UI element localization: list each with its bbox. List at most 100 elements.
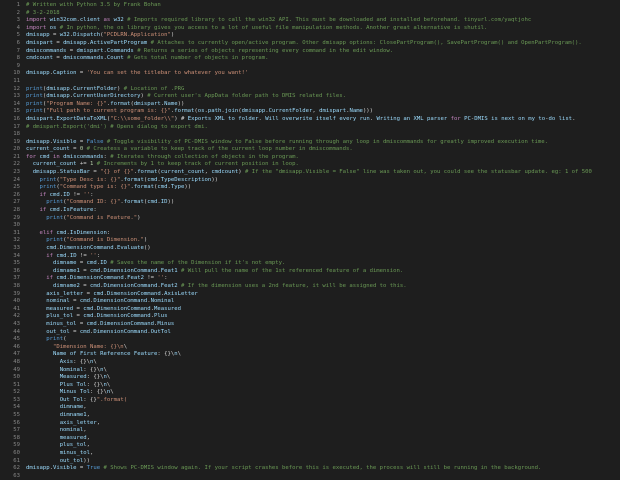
code-line[interactable]: dmisapp.Visible = False # Toggle visibil… [26, 139, 616, 147]
code-line[interactable]: minus_tol = cmd.DimensionCommand.Minus [26, 321, 616, 329]
code-line[interactable]: dimname = cmd.ID # Saves the name of the… [26, 260, 616, 268]
code-line[interactable]: dmispart = dmisapp.ActivePartProgram # A… [26, 40, 616, 48]
line-number: 52 [13, 389, 20, 396]
line-number: 50 [13, 374, 20, 381]
line-number: 39 [13, 290, 20, 297]
line-number: 26 [13, 191, 20, 198]
code-line[interactable]: print("Command ID: {}".format(cmd.ID)) [26, 199, 616, 207]
line-number: 12 [13, 85, 20, 92]
line-number: 58 [13, 434, 20, 441]
code-line[interactable]: dmiscommands = dmispart.Commands # Retur… [26, 48, 616, 56]
line-number: 4 [16, 24, 20, 31]
line-number: 36 [13, 267, 20, 274]
line-number: 57 [13, 427, 20, 434]
code-line[interactable]: # dmispart.Export('dmi') # Opens dialog … [26, 124, 616, 132]
line-number: 47 [13, 351, 20, 358]
code-line[interactable]: Nominal: {}\n\ [26, 367, 616, 375]
code-line[interactable]: if cmd.ID != '': [26, 253, 616, 261]
code-line[interactable] [26, 63, 616, 71]
code-line[interactable]: out_tol = cmd.DimensionCommand.OutTol [26, 329, 616, 337]
line-number: 62 [13, 465, 20, 472]
line-number: 22 [13, 161, 20, 168]
code-line[interactable]: print("Command type is: {}".format(cmd.T… [26, 184, 616, 192]
code-line[interactable]: dimname, [26, 404, 616, 412]
code-line[interactable]: Minus Tol: {}\n\ [26, 389, 616, 397]
code-line[interactable] [26, 131, 616, 139]
code-line[interactable]: dmisapp.Caption = 'You can set the title… [26, 70, 616, 78]
code-line[interactable]: current_count += 1 # Increments by 1 to … [26, 161, 616, 169]
code-line[interactable]: axis_letter = cmd.DimensionCommand.AxisL… [26, 291, 616, 299]
code-editor[interactable]: 1 2 3 4 5 6 7 8 9 10 11 12 13 14 15 16 17 18 19 20 21 22 23 24 2… [0, 0, 620, 479]
code-line[interactable]: Out Tol: {}".format( [26, 397, 616, 405]
line-number: 20 [13, 146, 20, 153]
line-number: 29 [13, 214, 20, 221]
code-line[interactable]: Measured: {}\n\ [26, 374, 616, 382]
line-number: 35 [13, 260, 20, 267]
code-line[interactable]: # 3-2-2018 [26, 10, 616, 18]
code-line[interactable]: out_tol)) [26, 458, 616, 466]
line-number: 60 [13, 450, 20, 457]
code-line[interactable]: elif cmd.IsDimension: [26, 230, 616, 238]
code-line[interactable]: dmisapp.StatusBar = "{} of {}".format(cu… [26, 169, 616, 177]
line-number: 18 [13, 131, 20, 138]
code-line[interactable]: print("Full path to current program is: … [26, 108, 616, 116]
code-line[interactable]: dmisapp.Visible = True # Shows PC-DMIS w… [26, 465, 616, 473]
code-line[interactable]: dimname1 = cmd.DimensionCommand.Feat1 # … [26, 268, 616, 276]
code-line[interactable]: Axis: {}\n\ [26, 359, 616, 367]
code-line[interactable]: plus_tol = cmd.DimensionCommand.Plus [26, 313, 616, 321]
code-line[interactable]: dimname2 = cmd.DimensionCommand.Feat2 # … [26, 283, 616, 291]
code-line[interactable]: Plus Tol: {}\n\ [26, 382, 616, 390]
code-line[interactable]: print( [26, 336, 616, 344]
code-line[interactable]: "Dimension Name: {}\n\ [26, 344, 616, 352]
code-area[interactable]: # Written with Python 3.5 by Frank Bohan… [26, 2, 616, 480]
line-number: 59 [13, 442, 20, 449]
line-number: 46 [13, 343, 20, 350]
code-line[interactable]: print("Command is Dimension.") [26, 237, 616, 245]
code-line[interactable]: nominal = cmd.DimensionCommand.Nominal [26, 298, 616, 306]
code-line[interactable]: current_count = 0 # Createss a variable … [26, 146, 616, 154]
line-number: 9 [16, 62, 20, 69]
line-number: 27 [13, 199, 20, 206]
line-number: 25 [13, 184, 20, 191]
code-line[interactable]: dimname1, [26, 412, 616, 420]
code-line[interactable]: minus_tol, [26, 450, 616, 458]
line-number: 24 [13, 176, 20, 183]
code-line[interactable]: dmispart.ExportDataToXML("C:\\some_folde… [26, 116, 616, 124]
code-line[interactable]: plus_tol, [26, 442, 616, 450]
code-line[interactable]: if cmd.DimensionCommand.Feat2 != '': [26, 275, 616, 283]
line-number: 19 [13, 138, 20, 145]
line-number: 55 [13, 412, 20, 419]
code-line[interactable]: cmdcount = dmiscommands.Count # Gets tot… [26, 55, 616, 63]
code-line[interactable] [26, 78, 616, 86]
code-line[interactable]: print(dmisapp.CurrentFolder) # Location … [26, 86, 616, 94]
line-number: 2 [16, 9, 20, 16]
line-number: 7 [16, 47, 20, 54]
code-line[interactable] [26, 222, 616, 230]
code-line[interactable]: dmisapp = w32.Dispatch("PCDLRN.Applicati… [26, 32, 616, 40]
code-line[interactable]: axis_letter, [26, 420, 616, 428]
code-line[interactable]: print("Command is Feature.") [26, 215, 616, 223]
code-line[interactable]: if cmd.IsFeature: [26, 207, 616, 215]
line-number: 33 [13, 245, 20, 251]
code-line[interactable]: import os # In python, the os library gi… [26, 25, 616, 33]
line-number: 41 [13, 305, 20, 312]
line-number: 13 [13, 93, 20, 100]
code-line[interactable]: measured = cmd.DimensionCommand.Measured [26, 306, 616, 314]
line-number: 34 [13, 252, 20, 259]
code-line[interactable]: for cmd in dmiscommands: # Iterates thro… [26, 154, 616, 162]
code-line[interactable]: import win32com.client as w32 # Imports … [26, 17, 616, 25]
line-number: 5 [16, 32, 20, 39]
code-line[interactable]: print("Program Name: {}".format(dmispart… [26, 101, 616, 109]
line-number: 44 [13, 328, 20, 335]
code-line[interactable]: print(dmisapp.CurrentUserDirectory) # Cu… [26, 93, 616, 101]
code-line[interactable]: measured, [26, 435, 616, 443]
code-line[interactable]: Name of First Reference Feature: {}\n\ [26, 351, 616, 359]
code-line[interactable]: if cmd.ID != '': [26, 192, 616, 200]
code-line[interactable]: cmd.DimensionCommand.Evaluate() [26, 245, 616, 253]
code-line[interactable]: print("Type Desc is: {}".format(cmd.Type… [26, 177, 616, 185]
line-number: 56 [13, 419, 20, 426]
code-line[interactable]: nominal, [26, 427, 616, 435]
line-number: 31 [13, 229, 20, 236]
code-line[interactable]: # Written with Python 3.5 by Frank Bohan [26, 2, 616, 10]
line-number: 6 [16, 39, 20, 46]
